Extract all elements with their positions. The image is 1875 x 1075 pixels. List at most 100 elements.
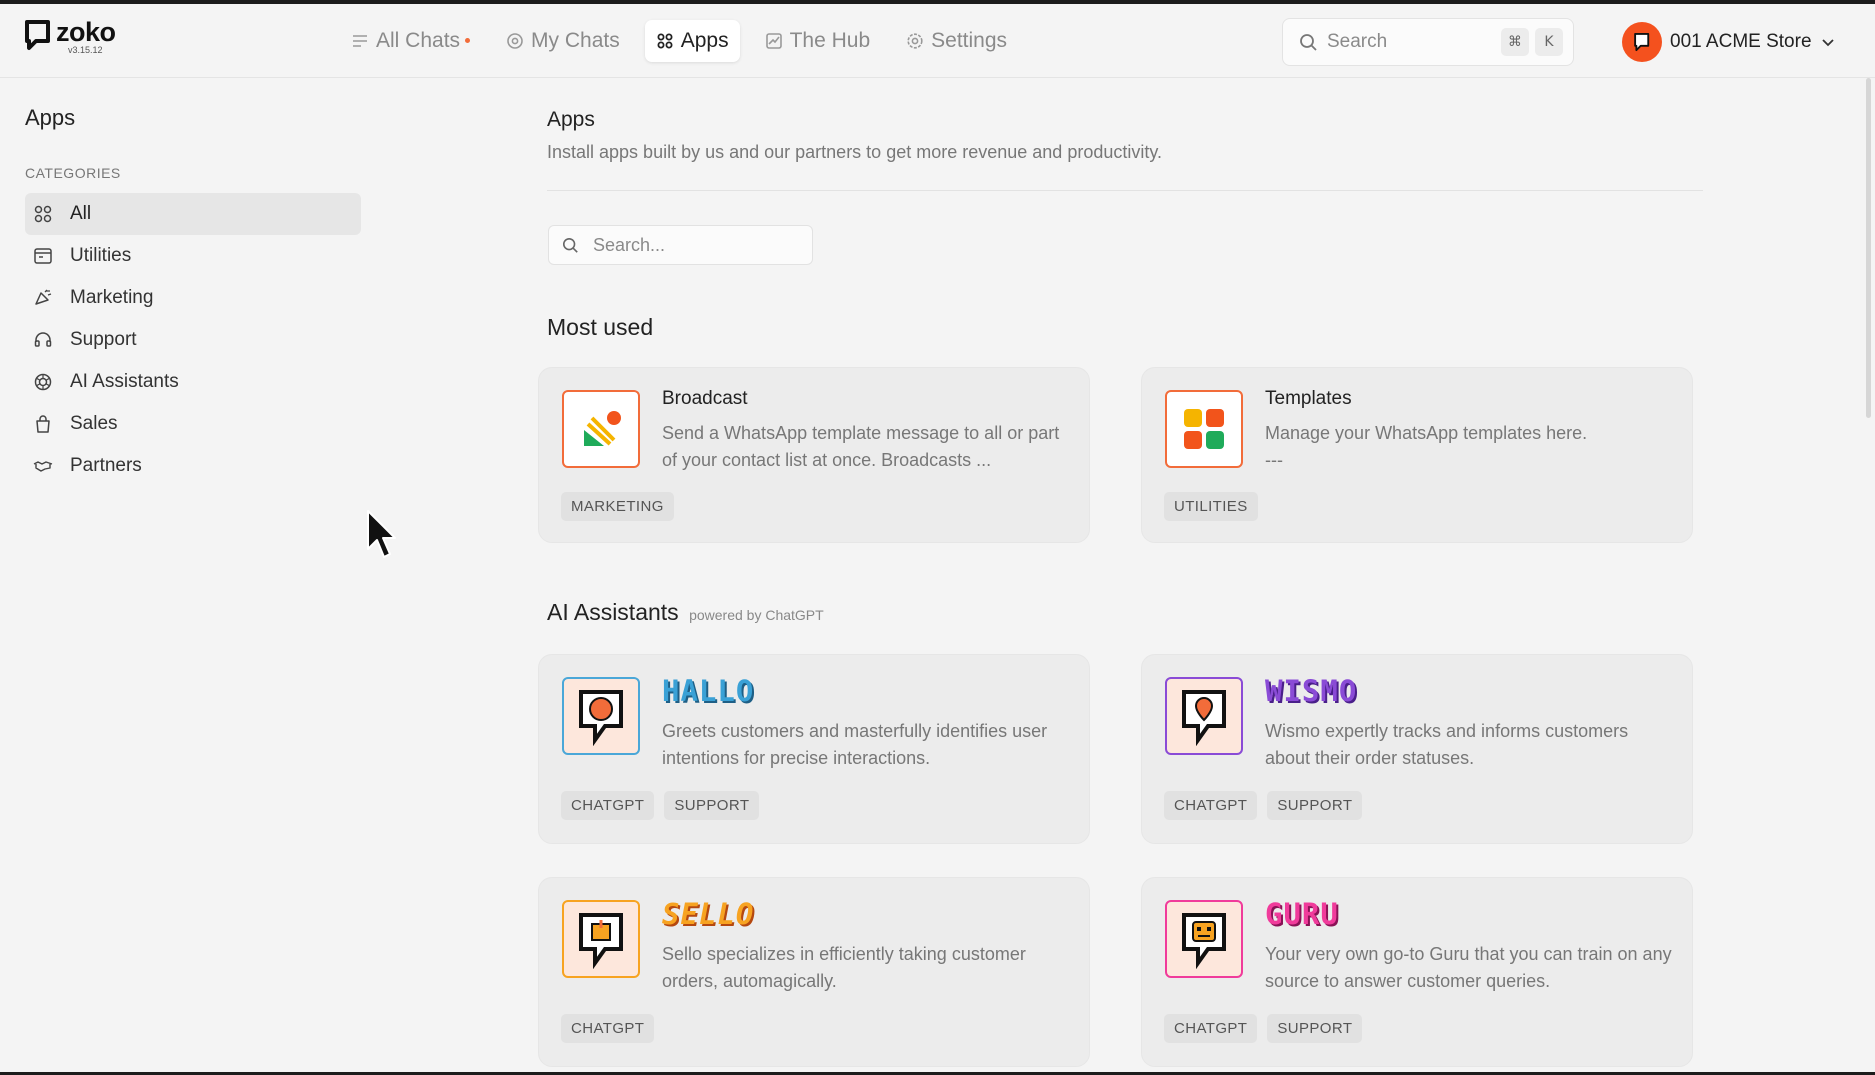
handshake-icon [33,461,53,472]
app-title: HALLO [662,674,755,708]
nav-label: All Chats [376,29,461,52]
hallo-icon [562,677,640,755]
nav-label: Settings [931,29,1008,52]
wismo-icon [1165,677,1243,755]
app-title: GURU [1265,897,1339,931]
logo[interactable]: zoko v3.15.12 [24,19,116,55]
app-card-hallo[interactable]: HALLO Greets customers and masterfully i… [538,654,1090,844]
app-card-broadcast[interactable]: Broadcast Send a WhatsApp template messa… [538,367,1090,543]
tag: SUPPORT [664,791,760,820]
app-description: Your very own go-to Guru that you can tr… [1265,944,1672,991]
tag: CHATGPT [1164,791,1258,820]
app-title: Broadcast [662,388,748,409]
app-tags: CHATGPT [561,1014,655,1043]
app-tags: MARKETING [561,492,674,521]
global-search[interactable]: Search ⌘ K [1282,18,1574,66]
nav-settings[interactable]: Settings [895,20,1018,62]
search-icon [1300,33,1317,51]
headset-icon [34,332,52,347]
tag: CHATGPT [561,791,655,820]
sidebar-item-all[interactable]: All [25,193,361,235]
page-subtitle: Install apps built by us and our partner… [547,142,1163,162]
app-title: WISMO [1265,674,1358,708]
nav-my-chats[interactable]: My Chats [495,20,631,62]
app-version: v3.15.12 [68,45,103,55]
app-card-wismo[interactable]: WISMO Wismo expertly tracks and informs … [1141,654,1693,844]
app-search[interactable] [548,225,813,265]
app-search-input[interactable] [593,234,793,256]
app-card-templates[interactable]: Templates Manage your WhatsApp templates… [1141,367,1693,543]
app-description: Manage your WhatsApp templates here. --- [1265,420,1675,474]
tag: SUPPORT [1267,791,1363,820]
sidebar-item-ai-assistants[interactable]: AI Assistants [25,361,361,403]
page-title: Apps [547,108,595,131]
app-description-line: Manage your WhatsApp templates here. [1265,423,1588,443]
grid-icon [34,205,52,223]
sidebar-item-label: Support [70,329,137,350]
app-card-guru[interactable]: GURU Your very own go-to Guru that you c… [1141,877,1693,1067]
app-description: Greets customers and masterfully identif… [662,721,1048,768]
templates-icon [1165,390,1243,468]
tag: CHATGPT [561,1014,655,1043]
tag: MARKETING [561,492,674,521]
sidebar-item-utilities[interactable]: Utilities [25,235,361,277]
global-search-placeholder: Search [1327,31,1388,52]
megaphone-icon [35,289,52,305]
page-scrollbar[interactable] [1866,78,1871,418]
nav-label: Apps [680,29,729,52]
zoko-logo-icon [25,20,50,50]
tag: CHATGPT [1164,1014,1258,1043]
nav-label: The Hub [789,29,871,52]
sidebar-item-partners[interactable]: Partners [25,445,361,487]
sidebar-item-marketing[interactable]: Marketing [25,277,361,319]
app-tags: CHATGPT SUPPORT [561,791,760,820]
ai-assistants-heading: AI Assistants powered by ChatGPT [547,599,824,626]
gear-icon [907,33,923,49]
shortcut-k-key: K [1535,28,1563,56]
zoko-logo-icon [1634,32,1650,52]
sidebar-title: Apps [25,105,76,130]
nav-the-hub[interactable]: The Hub [754,20,882,62]
store-avatar [1622,22,1662,62]
categories-label: CATEGORIES [25,165,121,181]
main-nav: All Chats My Chats Apps The Hub Settings [340,20,1018,62]
sidebar-item-sales[interactable]: Sales [25,403,361,445]
grid-icon [657,33,673,49]
category-list: All Utilities Marketing Support AI Assis… [25,193,361,487]
shortcut-cmd-key: ⌘ [1501,28,1529,56]
sidebar-item-label: Utilities [70,245,132,266]
chart-icon [765,33,782,49]
app-tags: UTILITIES [1164,492,1258,521]
sidebar-item-label: Marketing [70,287,154,308]
tag: SUPPORT [1267,1014,1363,1043]
store-switcher[interactable]: 001 ACME Store [1622,22,1836,62]
sello-icon [562,900,640,978]
list-icon [353,35,367,47]
store-name: 001 ACME Store [1670,31,1812,52]
app-card-sello[interactable]: SELLO Sello specializes in efficiently t… [538,877,1090,1067]
app-tags: CHATGPT SUPPORT [1164,1014,1363,1043]
tag: UTILITIES [1164,492,1258,521]
app-description: Send a WhatsApp template message to all … [662,423,1060,470]
powered-by-label: powered by ChatGPT [689,607,824,623]
app-name: zoko [56,17,116,47]
mouse-cursor-icon [367,510,396,558]
sidebar-item-label: All [70,203,92,224]
sidebar-item-support[interactable]: Support [25,319,361,361]
app-title: Templates [1265,388,1352,409]
sidebar-item-label: Sales [70,413,118,434]
sidebar: Apps CATEGORIES All Utilities Marketing … [0,79,380,1072]
app-description: Sello specializes in efficiently taking … [662,944,1026,991]
guru-icon [1165,900,1243,978]
section-title: AI Assistants [547,599,679,625]
at-icon [507,33,523,49]
unread-dot [465,37,471,43]
broadcast-icon [562,390,640,468]
app-description: Wismo expertly tracks and informs custom… [1265,721,1629,768]
sidebar-item-label: AI Assistants [70,371,179,392]
nav-all-chats[interactable]: All Chats [340,20,481,62]
nav-apps[interactable]: Apps [644,20,740,62]
openai-icon [34,373,52,391]
sidebar-item-label: Partners [70,455,142,476]
chevron-down-icon [1821,39,1834,47]
